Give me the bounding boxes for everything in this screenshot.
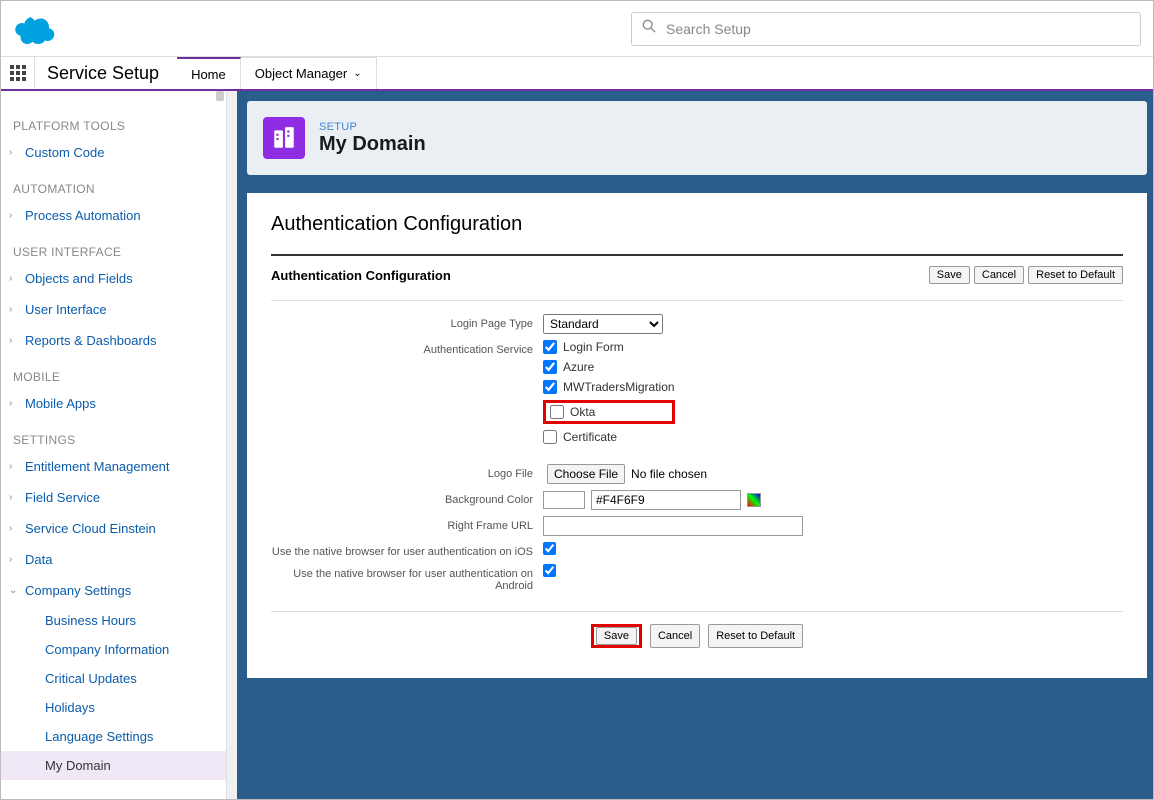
- salesforce-cloud-icon: [13, 8, 61, 49]
- auth-service-okta[interactable]: Okta: [548, 403, 623, 421]
- cancel-button-bottom[interactable]: Cancel: [650, 624, 700, 648]
- main-area: SETUP My Domain Authentication Configura…: [237, 91, 1153, 799]
- label-logo-file: Logo File: [271, 464, 543, 480]
- choose-file-button[interactable]: Choose File: [547, 464, 625, 484]
- label-native-ios: Use the native browser for user authenti…: [271, 542, 543, 558]
- auth-service-login-form[interactable]: Login Form: [543, 340, 675, 354]
- checkbox[interactable]: [543, 430, 557, 444]
- checkbox[interactable]: [543, 380, 557, 394]
- auth-service-certificate[interactable]: Certificate: [543, 430, 675, 444]
- sidebar-group-settings: SETTINGS: [1, 429, 226, 451]
- sidebar-group-mobile: MOBILE: [1, 366, 226, 388]
- sidebar-sub-business-hours[interactable]: Business Hours: [1, 606, 226, 635]
- sidebar-item-entitlement-management[interactable]: ›Entitlement Management: [1, 451, 226, 482]
- content-card: Authentication Configuration Authenticat…: [247, 193, 1147, 678]
- highlight-okta: Okta: [543, 400, 675, 424]
- logo-file-status: No file chosen: [631, 467, 707, 481]
- sidebar-sub-my-domain[interactable]: My Domain: [1, 751, 226, 780]
- auth-service-mwtraders[interactable]: MWTradersMigration: [543, 380, 675, 394]
- highlight-save: Save: [591, 624, 642, 648]
- save-button-top[interactable]: Save: [929, 266, 970, 284]
- chevron-right-icon: ›: [9, 492, 12, 503]
- page-title: My Domain: [319, 133, 426, 156]
- chevron-right-icon: ›: [9, 398, 12, 409]
- color-preview: [543, 491, 585, 509]
- chevron-right-icon: ›: [9, 147, 12, 158]
- sidebar-item-objects-and-fields[interactable]: ›Objects and Fields: [1, 263, 226, 294]
- sidebar-item-company-settings[interactable]: ⌄Company Settings: [1, 575, 226, 606]
- label-native-android: Use the native browser for user authenti…: [271, 564, 543, 592]
- chevron-down-icon: ⌄: [9, 585, 17, 596]
- sidebar-item-process-automation[interactable]: ›Process Automation: [1, 200, 226, 231]
- auth-service-azure[interactable]: Azure: [543, 360, 675, 374]
- app-title: Service Setup: [35, 57, 177, 89]
- sidebar-item-data[interactable]: ›Data: [1, 544, 226, 575]
- tab-home[interactable]: Home: [177, 57, 241, 89]
- bg-color-input[interactable]: [591, 490, 741, 510]
- search-input[interactable]: [666, 21, 1130, 37]
- sidebar-item-user-interface[interactable]: ›User Interface: [1, 294, 226, 325]
- reset-button-top[interactable]: Reset to Default: [1028, 266, 1123, 284]
- chevron-right-icon: ›: [9, 210, 12, 221]
- label-right-frame-url: Right Frame URL: [271, 516, 543, 532]
- breadcrumb: SETUP: [319, 121, 426, 133]
- sidebar-item-service-cloud-einstein[interactable]: ›Service Cloud Einstein: [1, 513, 226, 544]
- chevron-right-icon: ›: [9, 273, 12, 284]
- checkbox[interactable]: [543, 360, 557, 374]
- sidebar-item-custom-code[interactable]: ›Custom Code: [1, 137, 226, 168]
- tab-object-manager[interactable]: Object Manager ⌄: [241, 57, 377, 89]
- sidebar-item-mobile-apps[interactable]: ›Mobile Apps: [1, 388, 226, 419]
- topbar: [1, 1, 1153, 57]
- label-login-page-type: Login Page Type: [271, 314, 543, 330]
- sidebar-item-reports-dashboards[interactable]: ›Reports & Dashboards: [1, 325, 226, 356]
- right-frame-url-input[interactable]: [543, 516, 803, 536]
- checkbox[interactable]: [550, 405, 564, 419]
- chevron-right-icon: ›: [9, 304, 12, 315]
- sidebar-sub-company-information[interactable]: Company Information: [1, 635, 226, 664]
- buildings-icon: [263, 117, 305, 159]
- sidebar-group-platform-tools: PLATFORM TOOLS: [1, 115, 226, 137]
- checkbox[interactable]: [543, 340, 557, 354]
- save-button-bottom[interactable]: Save: [596, 627, 637, 645]
- chevron-right-icon: ›: [9, 554, 12, 565]
- sidebar-sub-language-settings[interactable]: Language Settings: [1, 722, 226, 751]
- scrollbar-track[interactable]: [227, 91, 237, 799]
- label-bg-color: Background Color: [271, 490, 543, 506]
- chevron-right-icon: ›: [9, 523, 12, 534]
- reset-button-bottom[interactable]: Reset to Default: [708, 624, 803, 648]
- scroll-indicator: [216, 91, 224, 101]
- color-picker-icon[interactable]: [747, 493, 761, 507]
- section-heading: Authentication Configuration: [271, 213, 1123, 236]
- cancel-button-top[interactable]: Cancel: [974, 266, 1024, 284]
- login-page-type-select[interactable]: Standard: [543, 314, 663, 334]
- tabbar: Service Setup Home Object Manager ⌄: [1, 57, 1153, 91]
- sidebar-group-automation: AUTOMATION: [1, 178, 226, 200]
- chevron-down-icon: ⌄: [353, 68, 361, 79]
- sidebar-group-user-interface: USER INTERFACE: [1, 241, 226, 263]
- search-setup-field[interactable]: [631, 12, 1141, 46]
- chevron-right-icon: ›: [9, 335, 12, 346]
- native-android-checkbox[interactable]: [543, 564, 556, 577]
- sidebar-sub-critical-updates[interactable]: Critical Updates: [1, 664, 226, 693]
- subsection-title: Authentication Configuration: [271, 268, 925, 283]
- label-auth-service: Authentication Service: [271, 340, 543, 356]
- chevron-right-icon: ›: [9, 461, 12, 472]
- sidebar-item-field-service[interactable]: ›Field Service: [1, 482, 226, 513]
- sidebar-sub-holidays[interactable]: Holidays: [1, 693, 226, 722]
- native-ios-checkbox[interactable]: [543, 542, 556, 555]
- setup-sidebar: PLATFORM TOOLS ›Custom Code AUTOMATION ›…: [1, 91, 227, 799]
- page-header: SETUP My Domain: [247, 101, 1147, 175]
- app-launcher-icon[interactable]: [1, 57, 35, 89]
- search-icon: [642, 19, 666, 38]
